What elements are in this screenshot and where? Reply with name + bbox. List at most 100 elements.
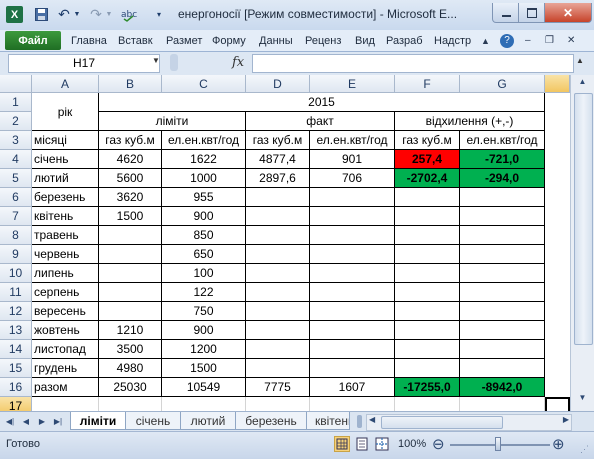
lim-gas-cell[interactable]: 4620 [99, 150, 162, 169]
months-label-cell[interactable]: місяці [32, 131, 99, 150]
view-page-layout-icon[interactable] [354, 436, 370, 452]
row-header-3[interactable]: 3 [0, 131, 32, 150]
h-scroll-thumb[interactable] [381, 416, 503, 429]
first-sheet-icon[interactable]: ◀| [4, 415, 16, 428]
row-header-12[interactable]: 12 [0, 302, 32, 321]
dev-el-cell[interactable]: -721,0 [460, 150, 545, 169]
tab-formulas[interactable]: Форму [212, 33, 252, 49]
scroll-right-icon[interactable]: ▶ [563, 415, 569, 424]
dev-el-cell[interactable] [460, 283, 545, 302]
lim-gas-cell[interactable] [99, 245, 162, 264]
fact-el-cell[interactable] [310, 188, 395, 207]
column-header-a[interactable]: A [32, 75, 99, 93]
fact-gas-cell[interactable] [246, 226, 310, 245]
row-header-13[interactable]: 13 [0, 321, 32, 340]
view-page-break-icon[interactable] [374, 436, 390, 452]
dev-el-cell[interactable] [460, 207, 545, 226]
lim-el-cell[interactable]: 122 [162, 283, 246, 302]
month-cell[interactable]: березень [32, 188, 99, 207]
year-label-cell[interactable]: рік [32, 93, 99, 131]
lim-gas-cell[interactable]: 1210 [99, 321, 162, 340]
fact-el-cell[interactable] [310, 359, 395, 378]
dev-gas-header-cell[interactable]: газ куб.м [395, 131, 460, 150]
total-dev-gas-cell[interactable]: -17255,0 [395, 378, 460, 397]
total-fact-gas-cell[interactable]: 7775 [246, 378, 310, 397]
fact-header-cell[interactable]: факт [246, 112, 395, 131]
dev-gas-cell[interactable] [395, 207, 460, 226]
dev-gas-cell[interactable]: 257,4 [395, 150, 460, 169]
customize-qat-icon[interactable]: ▾ [154, 6, 164, 23]
scroll-down-icon[interactable]: ▼ [574, 393, 591, 407]
fact-gas-cell[interactable] [246, 264, 310, 283]
sheet-tab-april[interactable]: квітень [306, 412, 350, 430]
tab-view[interactable]: Вид [355, 33, 381, 49]
tab-review[interactable]: Реценз [305, 33, 345, 49]
zoom-level[interactable]: 100% [398, 438, 426, 450]
column-header-d[interactable]: D [246, 75, 310, 93]
last-sheet-icon[interactable]: ▶| [52, 415, 64, 428]
lim-el-cell[interactable]: 900 [162, 321, 246, 340]
dev-gas-cell[interactable] [395, 264, 460, 283]
chevron-down-icon[interactable]: ▼ [152, 56, 160, 65]
fact-gas-cell[interactable] [246, 207, 310, 226]
sheet-tab-march[interactable]: березень [235, 412, 307, 430]
dev-gas-cell[interactable] [395, 226, 460, 245]
column-header-c[interactable]: C [162, 75, 246, 93]
fact-el-cell[interactable] [310, 283, 395, 302]
fact-gas-cell[interactable] [246, 188, 310, 207]
fact-el-cell[interactable] [310, 264, 395, 283]
row-header-11[interactable]: 11 [0, 283, 32, 302]
dev-el-cell[interactable] [460, 245, 545, 264]
fact-el-cell[interactable] [310, 207, 395, 226]
row-header-16[interactable]: 16 [0, 378, 32, 397]
lim-el-cell[interactable]: 100 [162, 264, 246, 283]
undo-icon[interactable]: ↶ [56, 6, 72, 23]
total-lim-gas-cell[interactable]: 25030 [99, 378, 162, 397]
lim-el-cell[interactable]: 1200 [162, 340, 246, 359]
fact-gas-cell[interactable] [246, 283, 310, 302]
dev-gas-cell[interactable] [395, 321, 460, 340]
dev-el-cell[interactable] [460, 264, 545, 283]
scroll-up-icon[interactable]: ▲ [574, 77, 591, 91]
fact-gas-cell[interactable] [246, 245, 310, 264]
undo-dropdown-icon[interactable]: ▼ [73, 6, 81, 23]
window-restore-icon[interactable]: ❐ [545, 33, 557, 49]
lim-el-header-cell[interactable]: ел.ен.квт/год [162, 131, 246, 150]
maximize-button[interactable] [518, 3, 546, 23]
row-header-6[interactable]: 6 [0, 188, 32, 207]
fact-gas-cell[interactable]: 2897,6 [246, 169, 310, 188]
tab-page-layout[interactable]: Размет [166, 33, 206, 49]
excel-icon[interactable]: X [6, 6, 23, 23]
insert-function-icon[interactable]: fx [232, 55, 244, 70]
lim-gas-cell[interactable]: 1500 [99, 207, 162, 226]
row-header-9[interactable]: 9 [0, 245, 32, 264]
fact-el-cell[interactable] [310, 302, 395, 321]
column-header-g[interactable]: G [460, 75, 545, 93]
lim-gas-cell[interactable]: 5600 [99, 169, 162, 188]
help-icon[interactable]: ? [500, 34, 514, 48]
month-cell[interactable]: листопад [32, 340, 99, 359]
dev-el-cell[interactable] [460, 188, 545, 207]
dev-gas-cell[interactable] [395, 302, 460, 321]
lim-el-cell[interactable]: 1500 [162, 359, 246, 378]
tab-addins[interactable]: Надстр [434, 33, 474, 49]
lim-el-cell[interactable]: 955 [162, 188, 246, 207]
lim-gas-cell[interactable]: 4980 [99, 359, 162, 378]
sheet-tab-january[interactable]: січень [125, 412, 181, 430]
row-header-2[interactable]: 2 [0, 112, 32, 131]
lim-gas-cell[interactable]: 3500 [99, 340, 162, 359]
month-cell[interactable]: вересень [32, 302, 99, 321]
window-minimize-icon[interactable]: – [525, 33, 537, 49]
lim-gas-cell[interactable] [99, 226, 162, 245]
minimize-button[interactable] [492, 3, 520, 23]
tab-insert[interactable]: Вставк [118, 33, 158, 49]
row-header-7[interactable]: 7 [0, 207, 32, 226]
redo-icon[interactable]: ↷ [88, 6, 104, 23]
select-all-corner[interactable] [0, 75, 32, 93]
tab-developer[interactable]: Разраб [386, 33, 426, 49]
redo-dropdown-icon[interactable]: ▼ [105, 6, 113, 23]
month-cell[interactable]: жовтень [32, 321, 99, 340]
resize-grip-icon[interactable]: ⋰ [580, 444, 589, 455]
dev-el-cell[interactable]: -294,0 [460, 169, 545, 188]
dev-el-cell[interactable] [460, 321, 545, 340]
